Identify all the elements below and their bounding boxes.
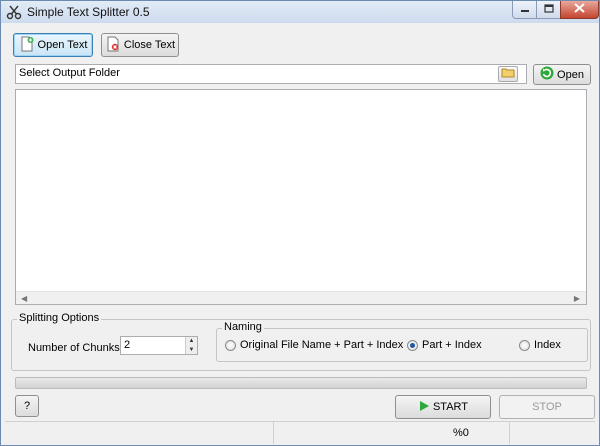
folder-icon <box>501 67 515 81</box>
client-area: Open Text Close Text Select Output Folde… <box>5 23 595 444</box>
naming-option-index[interactable]: Index <box>519 339 561 351</box>
stepper-down-icon[interactable]: ▼ <box>186 345 197 354</box>
close-window-button[interactable] <box>560 1 599 19</box>
start-button[interactable]: START <box>395 395 491 419</box>
naming-option-label: Index <box>534 339 561 351</box>
naming-option-label: Original File Name + Part + Index <box>240 339 404 351</box>
status-divider <box>509 422 510 444</box>
minimize-button[interactable] <box>512 1 537 19</box>
radio-unchecked-icon <box>225 339 236 351</box>
progress-bar <box>15 377 587 389</box>
text-content-area[interactable]: ◀ ▶ <box>15 89 587 305</box>
status-divider <box>273 422 274 444</box>
chunks-value: 2 <box>124 339 131 351</box>
horizontal-scrollbar[interactable]: ◀ ▶ <box>16 291 586 304</box>
close-icon <box>574 3 585 16</box>
minimize-icon <box>520 4 530 16</box>
play-icon <box>418 400 430 415</box>
close-text-button[interactable]: Close Text <box>101 33 179 57</box>
naming-title: Naming <box>222 321 264 333</box>
browse-folder-button[interactable] <box>498 66 518 82</box>
app-window: Simple Text Splitter 0.5 Open Text Close… <box>0 0 600 446</box>
open-text-button[interactable]: Open Text <box>13 33 93 57</box>
stepper-buttons: ▲ ▼ <box>185 337 197 354</box>
splitting-options-title: Splitting Options <box>17 312 102 324</box>
maximize-icon <box>543 3 554 16</box>
close-text-label: Close Text <box>123 39 176 51</box>
help-button[interactable]: ? <box>15 395 39 417</box>
chunks-stepper[interactable]: 2 ▲ ▼ <box>120 336 198 355</box>
stop-label: STOP <box>532 401 562 413</box>
maximize-button[interactable] <box>536 1 561 19</box>
splitting-options-group: Splitting Options Number of Chunks: 2 ▲ … <box>11 312 591 371</box>
new-document-icon <box>19 36 35 55</box>
output-folder-field[interactable]: Select Output Folder <box>15 64 527 84</box>
radio-unchecked-icon <box>519 339 530 351</box>
progress-percent: %0 <box>453 427 469 439</box>
title-bar[interactable]: Simple Text Splitter 0.5 <box>1 1 599 23</box>
scissors-icon <box>6 4 22 20</box>
naming-option-label: Part + Index <box>422 339 482 351</box>
chunks-label: Number of Chunks: <box>28 342 123 354</box>
green-refresh-icon <box>540 66 554 83</box>
stepper-up-icon[interactable]: ▲ <box>186 337 197 346</box>
help-label: ? <box>23 400 31 412</box>
close-document-icon <box>105 36 121 55</box>
start-label: START <box>432 401 469 413</box>
scroll-right-icon[interactable]: ▶ <box>574 294 580 303</box>
radio-checked-icon <box>407 339 418 351</box>
open-text-label: Open Text <box>37 39 88 51</box>
naming-option-part-index[interactable]: Part + Index <box>407 339 482 351</box>
open-folder-button[interactable]: Open <box>533 64 591 85</box>
naming-option-original-part-index[interactable]: Original File Name + Part + Index <box>225 339 403 351</box>
stop-button[interactable]: STOP <box>499 395 595 419</box>
scroll-left-icon[interactable]: ◀ <box>21 294 27 303</box>
status-bar: %0 <box>5 421 595 444</box>
naming-group: Naming Original File Name + Part + Index… <box>216 321 588 362</box>
open-folder-label: Open <box>557 68 584 81</box>
window-title: Simple Text Splitter 0.5 <box>27 5 150 19</box>
